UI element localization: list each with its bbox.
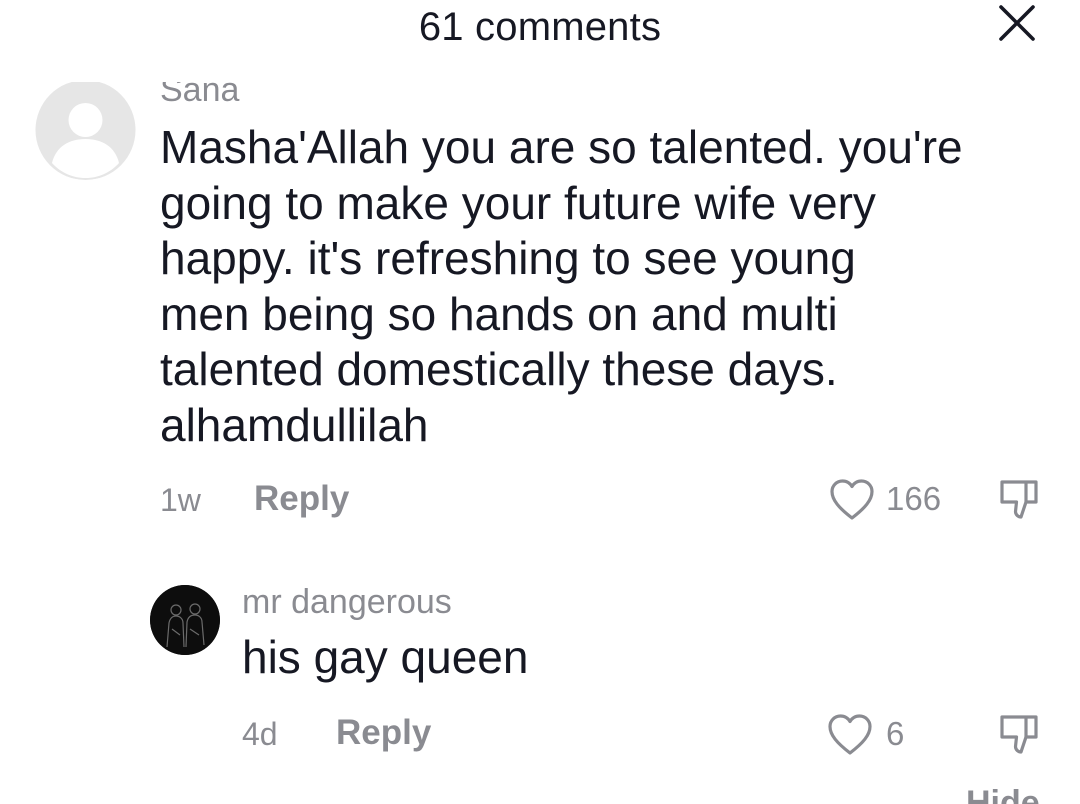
comment-text-line: happy. it's refreshing to see young	[160, 232, 856, 284]
comment-text-line: alhamdullilah	[160, 398, 429, 451]
heart-icon	[828, 714, 872, 755]
close-icon	[999, 5, 1035, 41]
reply-username[interactable]: mr dangerous	[242, 582, 452, 622]
reply-text: his gay queen	[242, 631, 529, 683]
like-button[interactable]	[829, 478, 875, 522]
reply-timestamp: 4d	[242, 716, 278, 752]
like-count: 166	[886, 480, 942, 517]
comment-text-line: men being so hands on and multi	[160, 287, 838, 340]
thumbs-down-icon	[1000, 480, 1038, 519]
reply-item: mr dangerous his gay queen 4d Reply 6	[0, 560, 1080, 780]
like-button[interactable]	[827, 713, 873, 757]
header-bar: 61 comments	[0, 0, 1080, 82]
comment-timestamp: 1w	[160, 482, 201, 518]
like-count: 6	[886, 715, 905, 752]
heart-icon	[830, 479, 874, 520]
comment-text-line: Masha'Allah you are so talented. you're	[160, 121, 963, 173]
comment-text: Masha'Allah you are so talented. you're …	[160, 120, 1060, 453]
dislike-button[interactable]	[997, 713, 1041, 757]
default-avatar-icon[interactable]	[34, 80, 137, 180]
comments-panel: Sana Masha'Allah you are so talented. yo…	[0, 0, 1080, 804]
thumbs-down-icon	[1000, 715, 1038, 754]
reply-button[interactable]: Reply	[254, 479, 349, 519]
comment-text-line: talented domestically these days.	[160, 343, 838, 395]
close-button[interactable]	[994, 0, 1040, 46]
comment-text-line: going to make your future wife very	[160, 176, 876, 229]
comment-item: Sana Masha'Allah you are so talented. yo…	[0, 0, 1080, 560]
dislike-button[interactable]	[997, 478, 1041, 522]
comments-count-title: 61 comments	[418, 5, 662, 49]
profile-photo-avatar[interactable]	[150, 585, 220, 655]
reply-button[interactable]: Reply	[336, 713, 431, 753]
hide-replies-button[interactable]: Hide	[966, 783, 1040, 804]
